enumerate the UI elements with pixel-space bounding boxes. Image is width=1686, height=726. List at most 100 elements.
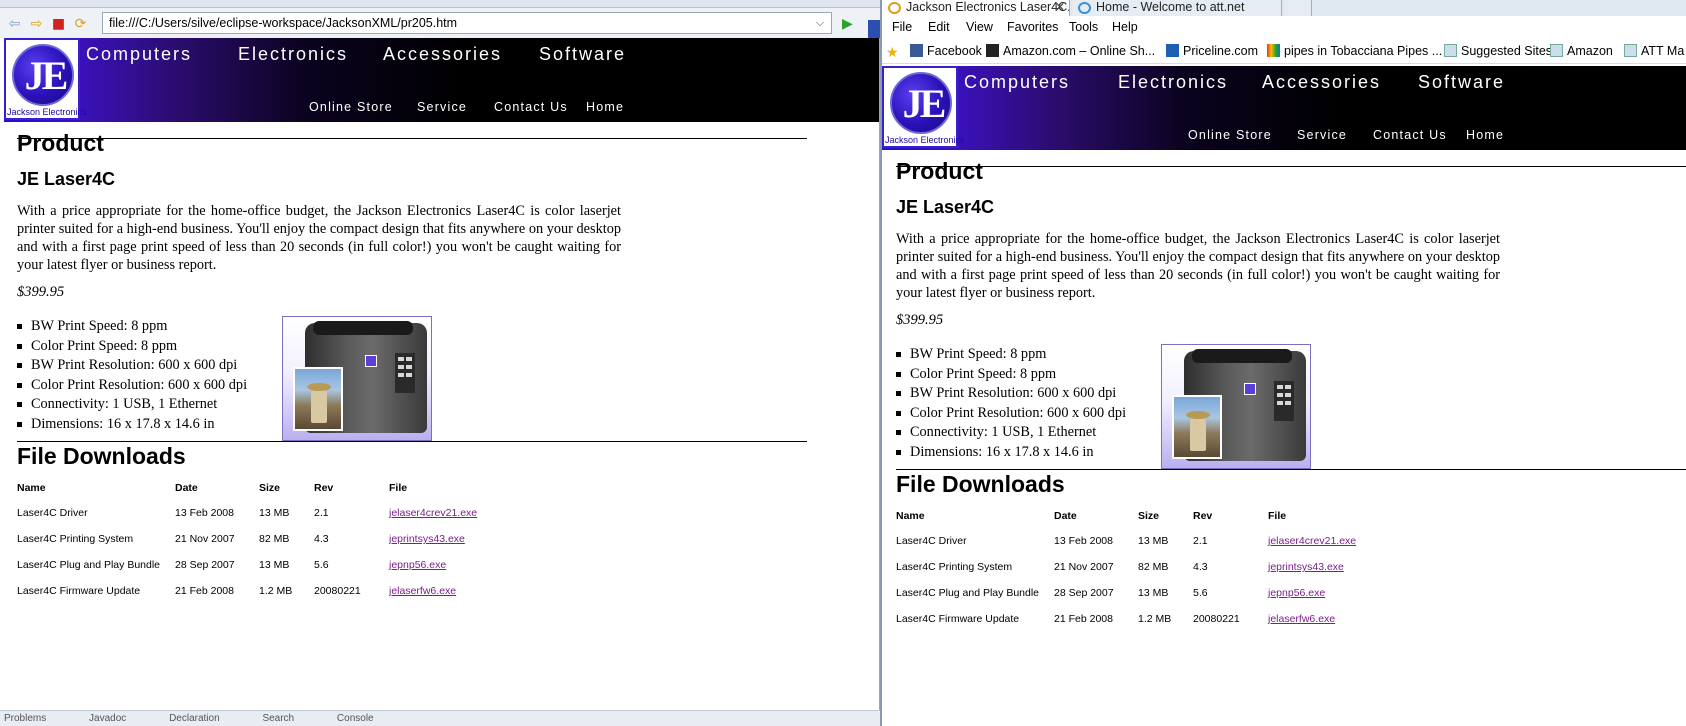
file-link[interactable]: jeprintsys43.exe: [1268, 561, 1344, 573]
menu-view[interactable]: View: [966, 20, 993, 34]
menu-tools[interactable]: Tools: [1069, 20, 1098, 34]
printer-button: [398, 373, 404, 377]
cell-size: 13 MB: [259, 507, 290, 519]
right-page-content: JE Jackson Electronics Computers Electro…: [882, 66, 1686, 726]
subnav-online-store[interactable]: Online Store: [1188, 128, 1272, 142]
fav-pipes[interactable]: pipes in Tobacciana Pipes ...: [1267, 44, 1442, 58]
refresh-icon[interactable]: ⟳: [72, 15, 89, 32]
photo-hat: [307, 383, 331, 391]
view-tab-problems[interactable]: Problems: [4, 713, 46, 724]
nav-accessories[interactable]: Accessories: [1262, 72, 1381, 93]
view-tab-console[interactable]: Console: [337, 713, 374, 724]
printer-button: [1277, 393, 1283, 397]
cell-name: Laser4C Driver: [17, 507, 88, 519]
url-input[interactable]: file:///C:/Users/silve/eclipse-workspace…: [102, 12, 832, 34]
downloads-table: Name Date Size Rev File Laser4C Driver 1…: [896, 503, 1366, 632]
subnav-home[interactable]: Home: [586, 100, 624, 114]
close-tab-icon[interactable]: ✕: [1055, 0, 1065, 15]
file-link[interactable]: jepnp56.exe: [1268, 587, 1325, 599]
nav-accessories[interactable]: Accessories: [383, 44, 502, 65]
extra-toolbar-icon[interactable]: [868, 20, 880, 40]
ie-page-icon: [888, 2, 901, 14]
spec-item: Color Print Resolution: 600 x 600 dpi: [896, 404, 1126, 424]
nav-computers[interactable]: Computers: [86, 44, 192, 65]
logo-circle: JE: [890, 72, 952, 134]
spec-list: BW Print Speed: 8 ppm Color Print Speed:…: [896, 345, 1126, 462]
cell-name: Laser4C Plug and Play Bundle: [896, 587, 1040, 599]
cell-size: 1.2 MB: [259, 585, 293, 597]
view-tab-declaration[interactable]: Declaration: [169, 713, 220, 724]
nav-software[interactable]: Software: [539, 44, 626, 65]
product-name: JE Laser4C: [896, 197, 995, 217]
divider: [17, 441, 807, 442]
tab-att[interactable]: Home - Welcome to att.net: [1072, 0, 1282, 16]
printer-button: [1285, 393, 1291, 397]
back-icon[interactable]: ⇦: [6, 15, 23, 32]
nav-computers[interactable]: Computers: [964, 72, 1070, 93]
cell-file: jelaser4crev21.exe: [389, 500, 487, 526]
printer-button: [1285, 385, 1291, 389]
fav-amazon[interactable]: Amazon: [1550, 44, 1613, 58]
logo-circle: JE: [12, 44, 74, 106]
downloads-section-title: File Downloads: [17, 443, 186, 469]
subnav-home[interactable]: Home: [1466, 128, 1504, 142]
go-icon[interactable]: ▶: [842, 16, 856, 32]
fav-amazon-online[interactable]: Amazon.com – Online Sh...: [986, 44, 1155, 58]
table-row: Laser4C Plug and Play Bundle 28 Sep 2007…: [896, 580, 1366, 606]
file-link[interactable]: jelaser4crev21.exe: [389, 507, 477, 519]
url-dropdown-icon[interactable]: ⌵: [812, 14, 828, 32]
subnav-online-store[interactable]: Online Store: [309, 100, 393, 114]
amazon-icon: [986, 44, 999, 57]
forward-icon[interactable]: ⇨: [28, 15, 45, 32]
photo-hat: [1186, 411, 1210, 419]
priceline-icon: [1166, 44, 1179, 57]
stop-icon[interactable]: ■: [50, 15, 67, 32]
table-row: Laser4C Firmware Update 21 Feb 2008 1.2 …: [896, 606, 1366, 632]
cell-rev: 2.1: [1193, 535, 1208, 547]
spec-item: Color Print Speed: 8 ppm: [896, 365, 1126, 385]
file-link[interactable]: jeprintsys43.exe: [389, 533, 465, 545]
subnav-service[interactable]: Service: [417, 100, 467, 114]
new-tab-button[interactable]: [1284, 0, 1312, 16]
product-image: [282, 316, 432, 441]
add-favorite-star-icon[interactable]: ★: [886, 44, 903, 61]
view-tab-javadoc[interactable]: Javadoc: [89, 713, 126, 724]
file-link[interactable]: jelaserfw6.exe: [389, 585, 456, 597]
tab-jackson[interactable]: Jackson Electronics Laser4C... ✕: [882, 0, 1070, 16]
spec-item: BW Print Resolution: 600 x 600 dpi: [896, 384, 1126, 404]
cell-size: 1.2 MB: [1138, 613, 1172, 625]
cell-rev: 5.6: [314, 559, 329, 571]
nav-software[interactable]: Software: [1418, 72, 1505, 93]
eclipse-browser-window: ⇦ ⇨ ■ ⟳ file:///C:/Users/silve/eclipse-w…: [0, 0, 880, 726]
printer-button: [398, 357, 404, 361]
fav-suggested-sites[interactable]: Suggested Sites: [1444, 44, 1552, 58]
site-logo[interactable]: JE Jackson Electronics: [4, 38, 87, 120]
menu-help[interactable]: Help: [1112, 20, 1138, 34]
table-row: Laser4C Printing System 21 Nov 2007 82 M…: [896, 554, 1366, 580]
nav-electronics[interactable]: Electronics: [1118, 72, 1228, 93]
fav-facebook[interactable]: Facebook: [910, 44, 982, 58]
column-header: File: [1268, 509, 1287, 522]
product-description: With a price appropriate for the home-of…: [896, 231, 1500, 301]
cell-rev: 5.6: [1193, 587, 1208, 599]
fav-att-mail[interactable]: ATT Ma: [1624, 44, 1684, 58]
column-header: Date: [1054, 509, 1077, 522]
menu-edit[interactable]: Edit: [928, 20, 950, 34]
file-link[interactable]: jelaser4crev21.exe: [1268, 535, 1356, 547]
cell-name: Laser4C Firmware Update: [896, 613, 1020, 625]
fav-priceline[interactable]: Priceline.com: [1166, 44, 1258, 58]
subnav-contact-us[interactable]: Contact Us: [1373, 128, 1447, 142]
view-tab-search[interactable]: Search: [262, 713, 294, 724]
menu-favorites[interactable]: Favorites: [1007, 20, 1058, 34]
file-link[interactable]: jepnp56.exe: [389, 559, 446, 571]
subnav-contact-us[interactable]: Contact Us: [494, 100, 568, 114]
site-logo[interactable]: JE Jackson Electronics: [882, 66, 965, 148]
suggested-sites-icon: [1444, 44, 1457, 57]
nav-electronics[interactable]: Electronics: [238, 44, 348, 65]
left-page-content: JE Jackson Electronics Computers Electro…: [0, 38, 880, 710]
file-link[interactable]: jelaserfw6.exe: [1268, 613, 1335, 625]
subnav-service[interactable]: Service: [1297, 128, 1347, 142]
menu-file[interactable]: File: [892, 20, 912, 34]
cell-size: 13 MB: [1138, 587, 1169, 599]
printer-top: [1192, 349, 1292, 363]
